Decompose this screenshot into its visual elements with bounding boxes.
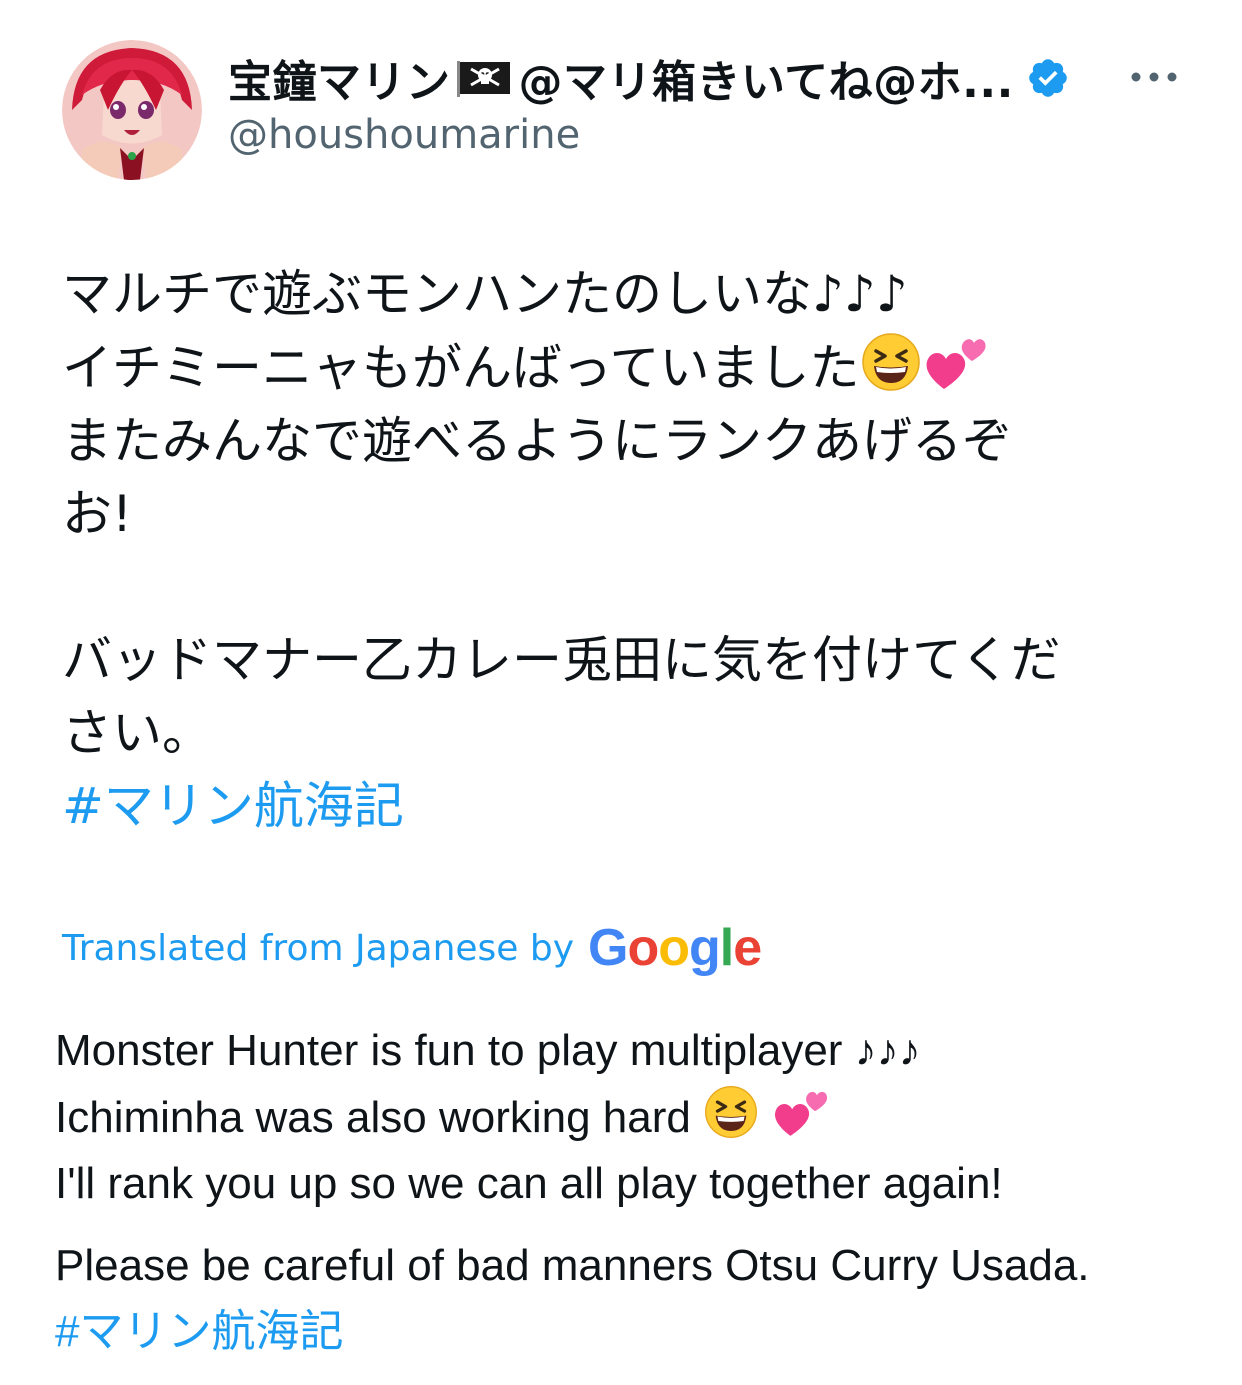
tweet-line: またみんなで遊べるようにランクあげるぞ (62, 412, 1012, 470)
tweet-line: バッドマナー乙カレー兎田に気を付けてくだ (62, 631, 1061, 689)
two-hearts-icon (775, 1091, 828, 1136)
translated-by-label[interactable]: Translated from Japanese by Google (62, 918, 762, 978)
author-name-row[interactable]: 宝鐘マリン @マリ箱きいてね@ホ... (228, 48, 1070, 108)
author-display-name-suffix[interactable]: @マリ箱きいてね@ホ... (519, 46, 1014, 110)
pirate-flag-icon (456, 61, 510, 97)
grinning-squinting-face-icon (861, 333, 920, 391)
author-display-name[interactable]: 宝鐘マリン (228, 46, 451, 110)
translation-hashtag[interactable]: #マリン航海記 (55, 1299, 1205, 1365)
tweet-line: さい。 (62, 704, 212, 762)
translated-label-text[interactable]: Translated from Japanese by (62, 928, 574, 969)
translation-line: Ichiminha was also working hard (55, 1084, 1205, 1151)
tweet-line: イチミーニャもがんばっていました (62, 331, 1182, 405)
google-logo: Google (588, 919, 762, 977)
translation-line: Please be careful of bad manners Otsu Cu… (55, 1241, 1090, 1290)
two-hearts-icon (926, 339, 986, 389)
translation-line-text: Ichiminha was also working hard (55, 1093, 691, 1142)
translation-line: I'll rank you up so we can all play toge… (55, 1159, 1003, 1208)
translation-line: Monster Hunter is fun to play multiplaye… (55, 1026, 921, 1075)
translation-body: Monster Hunter is fun to play multiplaye… (55, 1018, 1205, 1365)
tweet-line-text: イチミーニャもがんばっていました (62, 339, 860, 397)
tweet-line: マルチで遊ぶモンハンたのしいな♪♪♪ (62, 265, 908, 323)
grinning-squinting-face-icon (705, 1086, 758, 1138)
tweet-hashtag[interactable]: #マリン航海記 (62, 770, 1182, 843)
author-avatar[interactable] (62, 40, 202, 180)
tweet-line: お! (62, 485, 133, 543)
more-options-icon[interactable] (1128, 62, 1180, 92)
verified-badge-icon (1029, 59, 1067, 97)
tweet-body: マルチで遊ぶモンハンたのしいな♪♪♪ イチミーニャもがんばっていました またみん… (62, 258, 1182, 843)
author-handle[interactable]: @houshoumarine (228, 112, 580, 158)
